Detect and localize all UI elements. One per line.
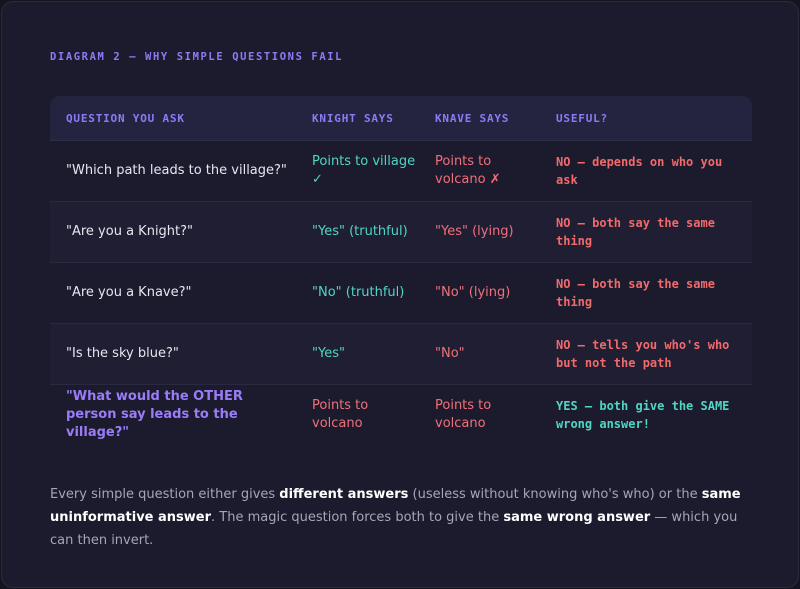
table-row: "Is the sky blue?" "Yes" "No" NO — tells… (50, 324, 752, 385)
diagram-label: DIAGRAM 2 — WHY SIMPLE QUESTIONS FAIL (50, 51, 344, 63)
table-row: "Are you a Knave?" "No" (truthful) "No" … (50, 263, 752, 324)
table-row: "Which path leads to the village?" Point… (50, 141, 752, 202)
header-useful: USEFUL? (556, 112, 608, 125)
useful-cell: YES — both give the SAME wrong answer! (556, 399, 730, 431)
question-cell: "Are you a Knave?" (66, 285, 192, 300)
knight-cell: Points to village ✓ (312, 154, 416, 187)
question-cell: "Are you a Knight?" (66, 224, 194, 239)
knave-cell: "No" (lying) (435, 285, 511, 300)
knight-cell: "No" (truthful) (312, 285, 405, 300)
knave-cell: "No" (435, 346, 465, 361)
magic-question-cell: "What would the OTHER person say leads t… (66, 389, 243, 440)
knight-cell: "Yes" (truthful) (312, 224, 408, 239)
header-knight: KNIGHT SAYS (312, 112, 394, 125)
useful-cell: NO — depends on who you ask (556, 155, 723, 187)
table-row: "Are you a Knight?" "Yes" (truthful) "Ye… (50, 202, 752, 263)
note-text: . The magic question forces both to give… (211, 510, 504, 525)
useful-cell: NO — both say the same thing (556, 216, 715, 248)
table-row-magic-question: "What would the OTHER person say leads t… (50, 385, 752, 445)
diagram-card: DIAGRAM 2 — WHY SIMPLE QUESTIONS FAIL QU… (1, 1, 799, 588)
useful-cell: NO — tells you who's who but not the pat… (556, 338, 730, 370)
knight-cell: Points to volcano (312, 398, 369, 431)
useful-cell: NO — both say the same thing (556, 277, 715, 309)
question-cell: "Is the sky blue?" (66, 346, 179, 361)
header-knave: KNAVE SAYS (435, 112, 510, 125)
note-emphasis: same wrong answer (503, 510, 651, 525)
knave-cell: "Yes" (lying) (435, 224, 514, 239)
question-cell: "Which path leads to the village?" (66, 163, 287, 178)
knight-cell: "Yes" (312, 346, 345, 361)
knave-cell: Points to volcano (435, 398, 492, 431)
header-question: QUESTION YOU ASK (66, 112, 185, 125)
note-text: (useless without knowing who's who) or t… (408, 487, 702, 502)
table-header: QUESTION YOU ASK KNIGHT SAYS KNAVE SAYS … (50, 96, 752, 141)
note-text: Every simple question either gives (50, 487, 280, 502)
note-emphasis: different answers (279, 487, 409, 502)
knave-cell: Points to volcano ✗ (435, 154, 501, 187)
questions-table: QUESTION YOU ASK KNIGHT SAYS KNAVE SAYS … (50, 96, 752, 445)
explanation-note: Every simple question either gives diffe… (50, 483, 758, 552)
